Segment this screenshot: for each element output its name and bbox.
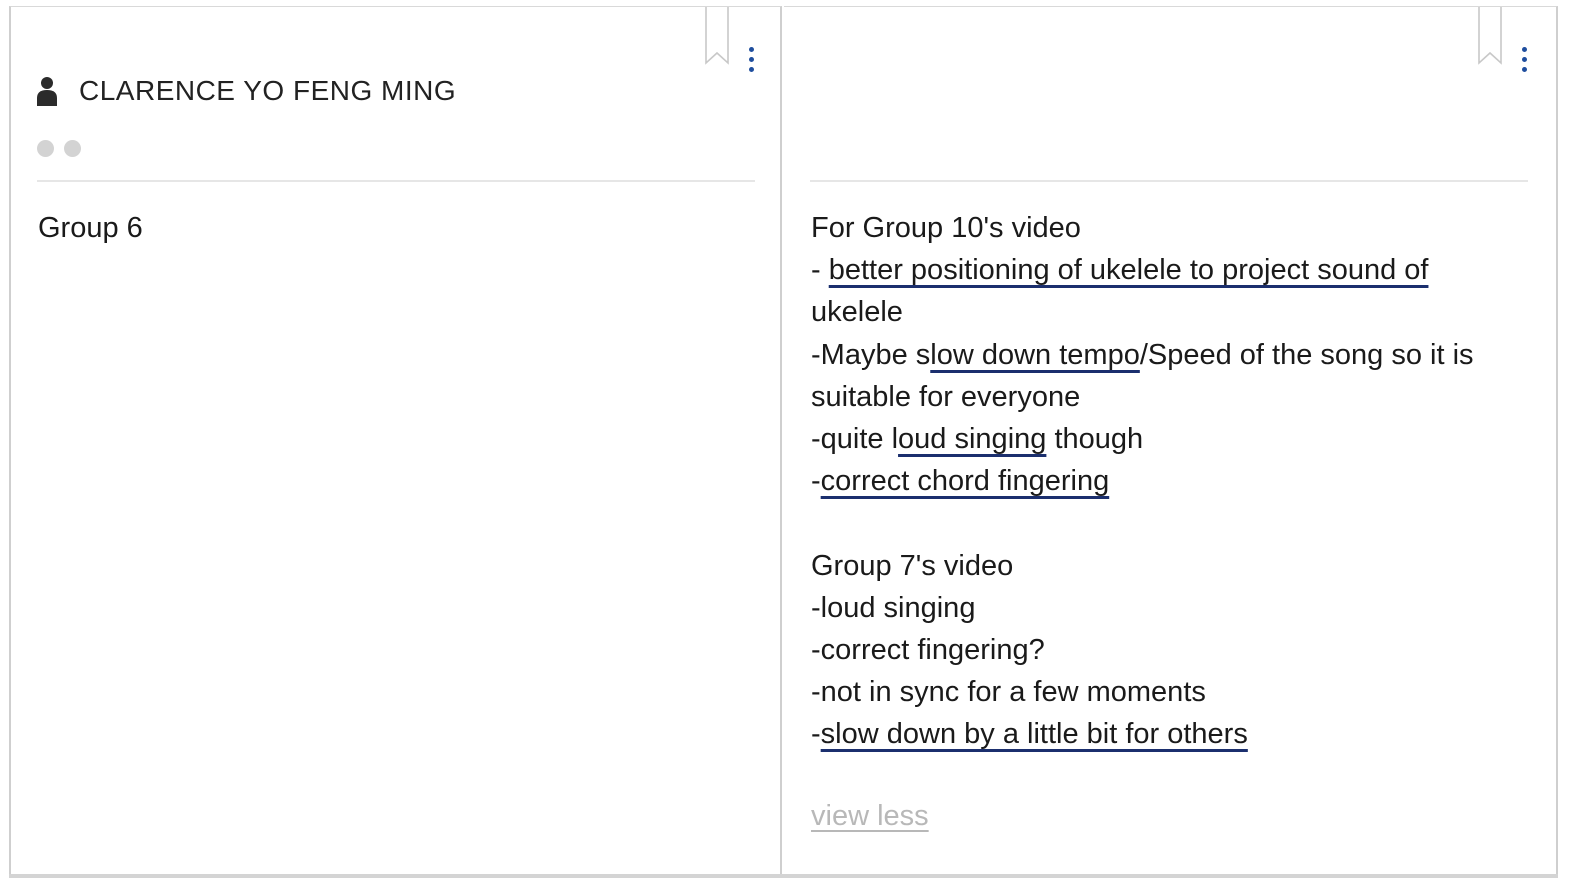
note-text: - [811, 718, 821, 751]
note-text: -correct fingering? [811, 634, 1045, 667]
post-body: For Group 10's video - better positioning… [811, 207, 1531, 756]
note-text: ukelele [811, 296, 903, 329]
note-line: Group 7's video [811, 545, 1531, 587]
highlighted-text: slow down by a little bit for others [820, 718, 1248, 751]
post-body: Group 6 [38, 212, 143, 244]
divider [37, 180, 755, 182]
post-author: CLARENCE YO FENG MING [37, 71, 456, 111]
note-text: -Maybe s [811, 338, 931, 371]
note-text: Group 7's video [811, 549, 1014, 582]
note-line: For Group 10's video [811, 207, 1531, 249]
divider [810, 180, 1528, 182]
note-line: ukelele [811, 291, 1531, 333]
more-options-icon[interactable] [1520, 47, 1528, 81]
note-line: -Maybe slow down tempo/Speed of the song… [811, 334, 1531, 376]
note-line: suitable for everyone [811, 376, 1531, 418]
author-name: CLARENCE YO FENG MING [79, 75, 457, 106]
more-options-icon[interactable] [747, 47, 755, 81]
padlet-board: CLARENCE YO FENG MING Group 6 For Group … [0, 0, 1576, 884]
user-icon [37, 77, 57, 106]
note-line: -correct fingering? [811, 629, 1531, 671]
post-card[interactable]: CLARENCE YO FENG MING Group 6 [9, 6, 782, 878]
note-line: -not in sync for a few moments [811, 671, 1531, 713]
bookmark-icon[interactable] [1478, 7, 1502, 65]
note-text: /Speed of the song so it is [1139, 338, 1474, 371]
note-text: -not in sync for a few moments [811, 676, 1206, 709]
highlighted-text: correct chord fingering [820, 465, 1110, 498]
note-line [811, 502, 1531, 544]
note-text: For Group 10's video [811, 212, 1081, 244]
note-text: suitable for everyone [811, 380, 1081, 413]
highlighted-text: oud singing [898, 423, 1047, 456]
note-line: -slow down by a little bit for others [811, 713, 1531, 755]
note-text: -quite l [811, 423, 899, 456]
note-text: though [1046, 423, 1144, 456]
note-line: -loud singing [811, 587, 1531, 629]
note-text: - [811, 254, 829, 287]
bookmark-icon[interactable] [705, 7, 729, 65]
reactions[interactable] [37, 140, 91, 157]
highlighted-text: better positioning of ukelele to project… [828, 254, 1429, 287]
reaction-dot[interactable] [37, 140, 54, 157]
highlighted-text: low down tempo [930, 338, 1140, 371]
note-text: - [811, 465, 821, 498]
board-bottom-edge [9, 874, 1558, 878]
view-less-link[interactable]: view less [811, 800, 929, 833]
reaction-dot[interactable] [64, 140, 81, 157]
note-line: -correct chord fingering [811, 460, 1531, 502]
note-line: - better positioning of ukelele to proje… [811, 249, 1531, 291]
post-card[interactable]: For Group 10's video - better positioning… [784, 6, 1558, 878]
note-text: -loud singing [811, 591, 976, 624]
note-line: -quite loud singing though [811, 418, 1531, 460]
